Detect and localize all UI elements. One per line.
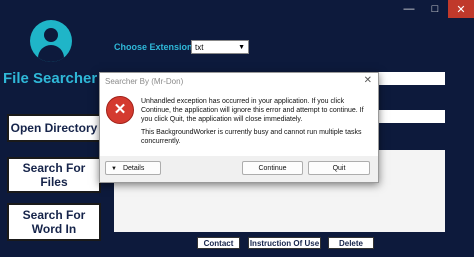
continue-button[interactable]: Continue (242, 161, 303, 175)
dialog-title: Searcher By (Mr-Don) (105, 77, 184, 86)
delete-button[interactable]: Delete (328, 237, 374, 249)
dialog-message-1: Unhandled exception has occurred in your… (141, 98, 364, 123)
error-icon: ✕ (106, 96, 134, 124)
error-dialog: Searcher By (Mr-Don) ✕ ✕ Unhandled excep… (99, 72, 379, 183)
dialog-footer: ▼ Details Continue Quit (100, 156, 378, 182)
sidebar: File Searcher Open Directory Search For … (0, 0, 103, 257)
extension-value: txt (195, 43, 204, 52)
dialog-message: Unhandled exception has occurred in your… (141, 97, 373, 150)
minimize-icon[interactable]: — (396, 0, 422, 18)
triangle-down-icon: ▼ (111, 166, 117, 172)
app-title: File Searcher (3, 70, 98, 87)
chevron-down-icon: ▼ (238, 44, 245, 51)
user-avatar-icon (30, 20, 72, 62)
quit-button[interactable]: Quit (308, 161, 370, 175)
window-controls: — □ ✕ (396, 0, 474, 18)
search-word-button[interactable]: Search For Word In (7, 203, 101, 241)
contact-button[interactable]: Contact (197, 237, 240, 249)
extension-select[interactable]: txt ▼ (191, 40, 249, 54)
details-button[interactable]: ▼ Details (105, 161, 161, 175)
close-icon[interactable]: ✕ (364, 75, 372, 86)
maximize-icon[interactable]: □ (422, 0, 448, 18)
instructions-button[interactable]: Instruction Of Use (248, 237, 321, 249)
open-directory-button[interactable]: Open Directory (7, 114, 101, 142)
extension-label: Choose Extension : (114, 42, 199, 52)
search-files-button[interactable]: Search For Files (7, 157, 101, 193)
close-icon[interactable]: ✕ (448, 0, 474, 18)
details-label: Details (122, 165, 145, 172)
dialog-message-2: This BackgroundWorker is currently busy … (141, 129, 362, 145)
